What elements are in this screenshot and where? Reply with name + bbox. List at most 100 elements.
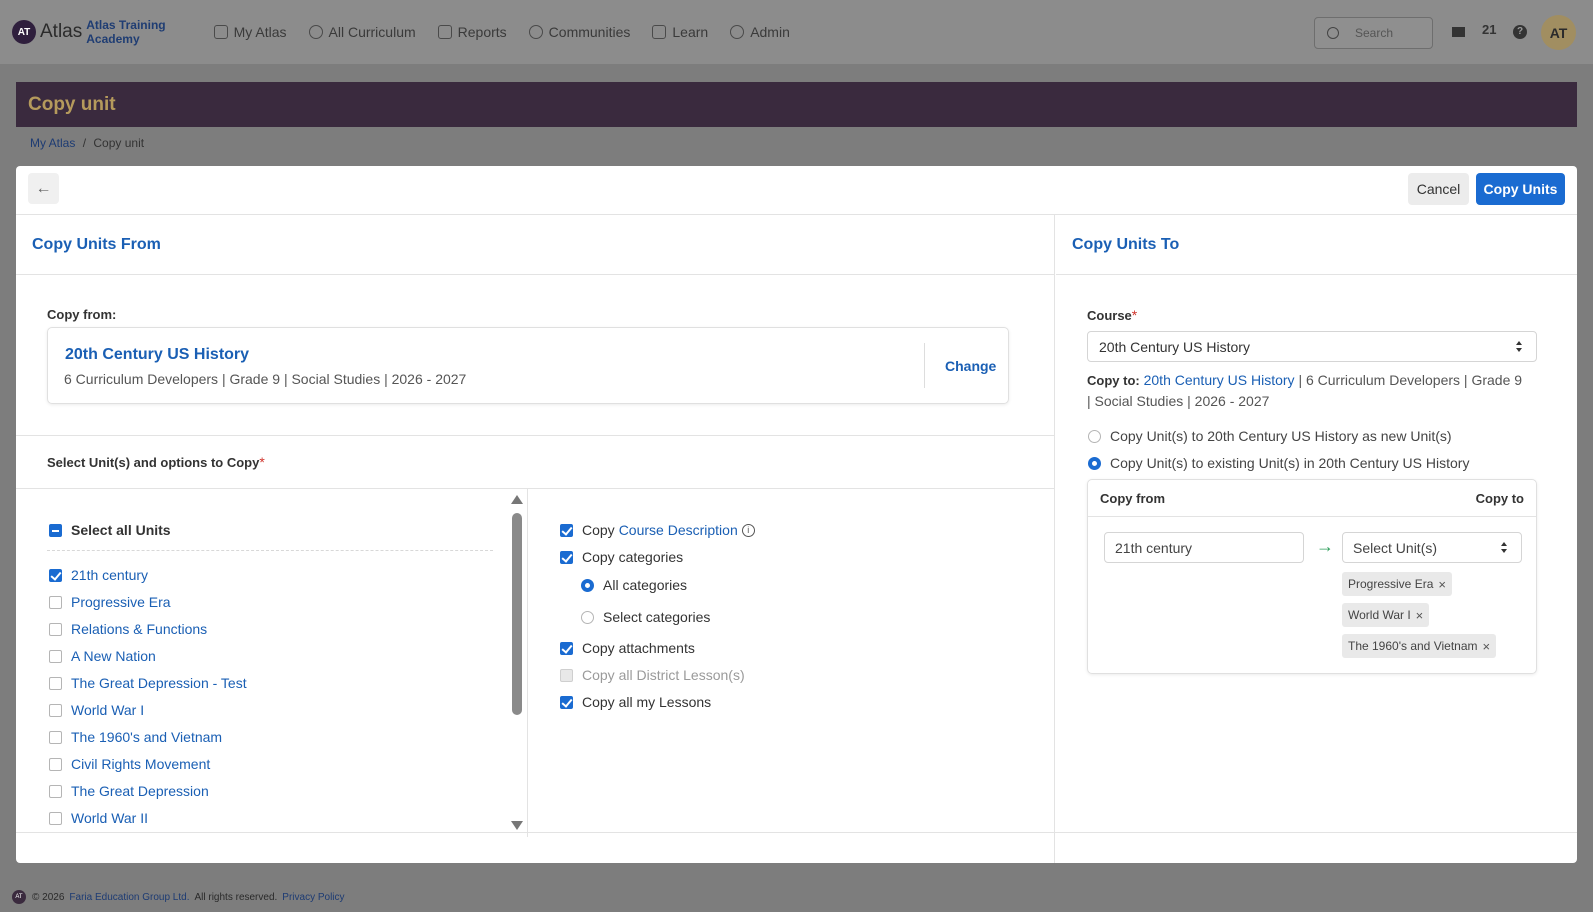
copy-from-panel: Copy Units From Copy from: 20th Century …	[16, 215, 1055, 863]
breadcrumb-separator: /	[82, 136, 87, 150]
cancel-button[interactable]: Cancel	[1408, 173, 1469, 205]
logo-badge: AT	[12, 20, 36, 44]
nav-learn[interactable]: Learn	[652, 24, 708, 40]
radio-select-categories[interactable]: Select categories	[581, 609, 710, 625]
remove-tag-icon[interactable]: ×	[1438, 577, 1446, 592]
nav-my-atlas[interactable]: My Atlas	[213, 24, 287, 40]
breadcrumb-root[interactable]: My Atlas	[30, 136, 75, 150]
change-button[interactable]: Change	[945, 358, 996, 374]
radio-button[interactable]	[581, 578, 594, 592]
copy-to-course-link[interactable]: 20th Century US History	[1144, 372, 1295, 388]
footer-company-link[interactable]: Faria Education Group Ltd.	[69, 892, 189, 903]
course-description-link[interactable]: Course Description	[619, 522, 738, 538]
unit-name[interactable]: World War II	[71, 810, 148, 826]
unit-name[interactable]: 21th century	[71, 567, 148, 583]
page-title: Copy unit	[28, 93, 116, 115]
nav-communities[interactable]: Communities	[528, 24, 630, 40]
radio-button[interactable]	[581, 610, 594, 624]
unit-name[interactable]: The 1960's and Vietnam	[71, 729, 222, 745]
unit-name[interactable]: The Great Depression	[71, 783, 209, 799]
option-copy-attachments[interactable]: Copy attachments	[560, 640, 695, 656]
select-all-checkbox[interactable]	[49, 523, 62, 537]
unit-item[interactable]: Civil Rights Movement	[49, 756, 210, 772]
unit-checkbox[interactable]	[49, 595, 62, 609]
option-course-description[interactable]: Copy Course Description i	[560, 522, 755, 538]
radio-copy-to-existing[interactable]: Copy Unit(s) to existing Unit(s) in 20th…	[1088, 455, 1469, 471]
nav-reports[interactable]: Reports	[437, 24, 507, 40]
nav-all-curriculum[interactable]: All Curriculum	[308, 24, 416, 40]
option-district-lessons: Copy all District Lesson(s)	[560, 667, 745, 683]
unit-mapping-box: Copy from Copy to 21th century → Select …	[1087, 479, 1537, 674]
unit-checkbox[interactable]	[49, 649, 62, 663]
unit-checkbox[interactable]	[49, 622, 62, 636]
book-icon	[652, 25, 667, 39]
radio-label: Copy Unit(s) to existing Unit(s) in 20th…	[1110, 455, 1470, 471]
card-toolbar: ← Cancel Copy Units	[16, 166, 1577, 215]
unit-checkbox[interactable]	[49, 757, 62, 771]
source-course-name[interactable]: 20th Century US History	[65, 346, 249, 364]
target-units-select[interactable]: Select Unit(s)	[1342, 532, 1522, 563]
unit-checkbox[interactable]	[49, 568, 62, 582]
unit-name[interactable]: Relations & Functions	[71, 621, 207, 637]
unit-checkbox[interactable]	[49, 811, 62, 825]
radio-copy-as-new[interactable]: Copy Unit(s) to 20th Century US History …	[1088, 428, 1452, 444]
select-arrows-icon	[1516, 341, 1522, 353]
unit-checkbox[interactable]	[49, 730, 62, 744]
option-my-lessons[interactable]: Copy all my Lessons	[560, 694, 711, 710]
notification-count[interactable]: 21	[1482, 22, 1496, 37]
copy-units-button[interactable]: Copy Units	[1476, 173, 1565, 205]
avatar[interactable]: AT	[1541, 15, 1576, 50]
unit-name[interactable]: World War I	[71, 702, 144, 718]
unit-item[interactable]: World War II	[49, 810, 148, 826]
arrow-right-icon: →	[1316, 536, 1334, 556]
scrollbar-thumb[interactable]	[512, 513, 522, 715]
mail-icon[interactable]	[1452, 27, 1465, 37]
unit-item[interactable]: The 1960's and Vietnam	[49, 729, 222, 745]
info-icon[interactable]: i	[741, 523, 755, 537]
nav-admin[interactable]: Admin	[730, 24, 790, 40]
scroll-up-arrow[interactable]	[511, 495, 523, 504]
unit-item[interactable]: 21th century	[49, 567, 148, 583]
course-select-value: 20th Century US History	[1099, 338, 1250, 355]
divider	[16, 832, 1577, 833]
unit-item[interactable]: A New Nation	[49, 648, 156, 664]
unit-item[interactable]: Relations & Functions	[49, 621, 207, 637]
logo-sub-line2: Academy	[86, 32, 140, 46]
option-checkbox[interactable]	[560, 641, 573, 655]
scroll-down-arrow[interactable]	[511, 821, 523, 830]
unit-item[interactable]: The Great Depression - Test	[49, 675, 247, 691]
option-checkbox[interactable]	[560, 550, 573, 564]
privacy-policy-link[interactable]: Privacy Policy	[282, 892, 344, 903]
unit-item[interactable]: The Great Depression	[49, 783, 209, 799]
back-button[interactable]: ←	[28, 173, 59, 204]
selected-unit-tag: The 1960's and Vietnam ×	[1342, 634, 1497, 658]
unit-item[interactable]: World War I	[49, 702, 144, 718]
radio-button[interactable]	[1088, 429, 1101, 443]
unit-name[interactable]: Progressive Era	[71, 594, 171, 610]
unit-name[interactable]: The Great Depression - Test	[71, 675, 247, 691]
option-checkbox[interactable]	[560, 523, 573, 537]
unit-item[interactable]: Progressive Era	[49, 594, 171, 610]
logo-name: Atlas	[40, 21, 83, 42]
atlas-logo[interactable]: AT Atlas Atlas Training Academy	[12, 18, 166, 46]
unit-name[interactable]: Civil Rights Movement	[71, 756, 210, 772]
selected-unit-tag: World War I ×	[1342, 603, 1430, 627]
radio-button[interactable]	[1088, 456, 1101, 470]
home-icon	[213, 25, 228, 39]
help-icon[interactable]: ?	[1513, 25, 1527, 39]
copy-to-meta: | 6 Curriculum Developers | Grade 9	[1294, 372, 1523, 388]
select-all-units[interactable]: Select all Units	[49, 522, 171, 538]
option-checkbox[interactable]	[560, 695, 573, 709]
option-copy-categories[interactable]: Copy categories	[560, 549, 683, 565]
course-select[interactable]: 20th Century US History	[1087, 331, 1537, 362]
unit-checkbox[interactable]	[49, 676, 62, 690]
unit-checkbox[interactable]	[49, 784, 62, 798]
search-input[interactable]: Search	[1314, 17, 1433, 49]
unit-checkbox[interactable]	[49, 703, 62, 717]
remove-tag-icon[interactable]: ×	[1483, 639, 1491, 654]
radio-all-categories[interactable]: All categories	[581, 577, 687, 593]
unit-name[interactable]: A New Nation	[71, 648, 156, 664]
remove-tag-icon[interactable]: ×	[1416, 608, 1424, 623]
top-nav: AT Atlas Atlas Training Academy My Atlas…	[0, 0, 1593, 64]
copy-from-title: Copy Units From	[16, 215, 1054, 275]
